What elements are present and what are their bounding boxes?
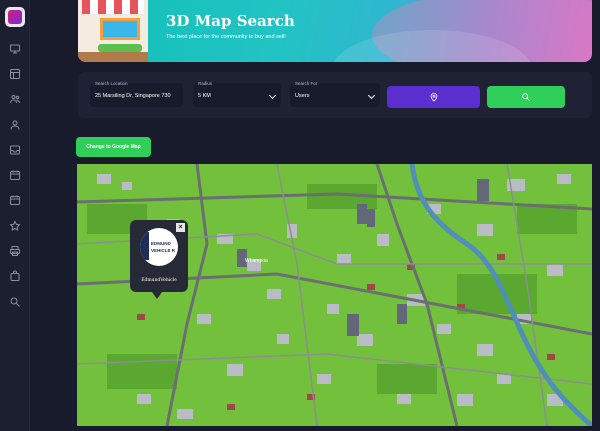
location-field[interactable]: Search Location 25 Marsiling Dr, Singapo… <box>90 81 183 107</box>
page-subtitle: The best place for the community to buy … <box>166 34 286 40</box>
popup-business-name: EdmundVehicle <box>141 278 177 283</box>
business-logo: EDMUND VEHICLE R <box>140 228 178 266</box>
users-icon[interactable] <box>8 92 22 106</box>
calendar-icon[interactable] <box>8 193 22 207</box>
logo-text-line2: VEHICLE R <box>151 248 176 253</box>
inbox-icon[interactable] <box>8 143 22 157</box>
header-banner: 3D Map Search The best place for the com… <box>78 0 592 62</box>
shop-awning <box>82 0 144 14</box>
map-marker-popup[interactable]: × EDMUND VEHICLE R EdmundVehicle <box>130 220 188 292</box>
map-place-label: Whampoa <box>245 258 268 264</box>
google-map-toggle-button[interactable]: Change to Google Map <box>76 137 151 157</box>
shop-base <box>78 52 148 62</box>
search-for-select[interactable]: Search For Users <box>290 81 380 107</box>
user-icon[interactable] <box>8 118 22 132</box>
chevron-down-icon <box>268 91 277 100</box>
popup-pointer <box>152 292 162 302</box>
monitor-icon[interactable] <box>8 42 22 56</box>
locate-button[interactable] <box>387 86 480 108</box>
sidebar <box>0 0 30 431</box>
chevron-down-icon <box>367 91 376 100</box>
printer-icon[interactable] <box>8 244 22 258</box>
star-icon[interactable] <box>8 219 22 233</box>
location-value[interactable]: 25 Marsiling Dr, Singapore 730 <box>95 93 171 99</box>
close-icon[interactable]: × <box>176 223 185 232</box>
search-for-value: Users <box>295 93 310 99</box>
layout-icon[interactable] <box>8 67 22 81</box>
shop-plants <box>98 44 142 52</box>
logo-letter-r <box>140 232 149 260</box>
radius-value: 5 KM <box>198 93 211 99</box>
search-for-label: Search For <box>295 81 318 86</box>
page-title: 3D Map Search <box>166 12 295 30</box>
bag-icon[interactable] <box>8 269 22 283</box>
search-button[interactable] <box>487 86 565 108</box>
radius-label: Radius <box>198 81 213 86</box>
search-icon <box>522 93 531 102</box>
radius-select[interactable]: Radius 5 KM <box>193 81 281 107</box>
search-icon[interactable] <box>8 295 22 309</box>
logo-text-line1: EDMUND <box>151 241 171 246</box>
shop-window <box>100 18 140 40</box>
map-pin-icon <box>430 92 437 102</box>
app-logo[interactable] <box>5 7 25 27</box>
shop-illustration <box>78 0 148 62</box>
logo-mark <box>8 10 22 24</box>
location-label: Search Location <box>95 81 128 86</box>
calendar-icon[interactable] <box>8 168 22 182</box>
